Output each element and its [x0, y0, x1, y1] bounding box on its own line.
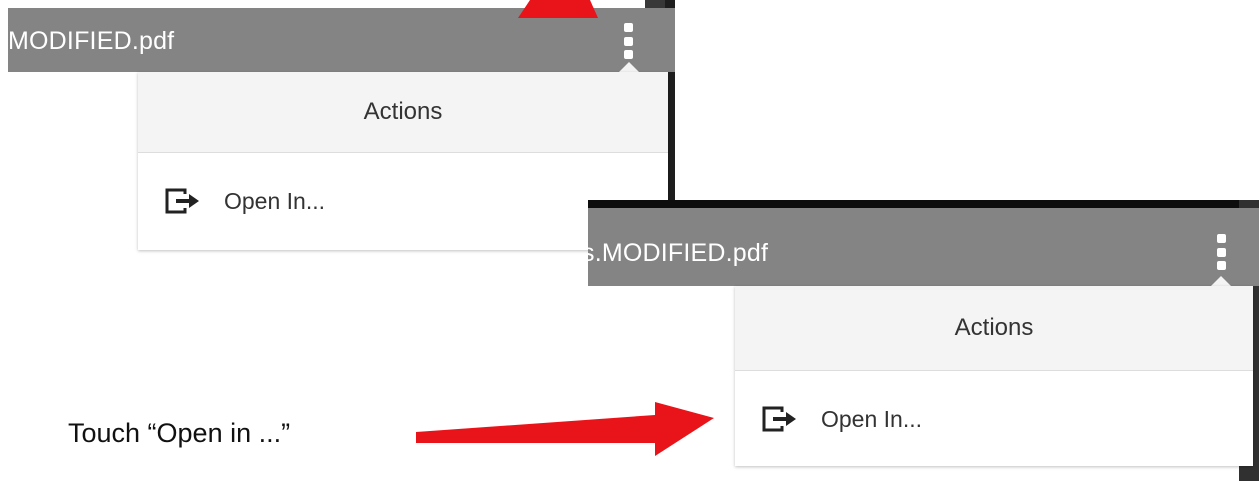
red-arrow-to-open-in — [416, 402, 714, 456]
pointer-arrow-shape — [416, 402, 714, 456]
